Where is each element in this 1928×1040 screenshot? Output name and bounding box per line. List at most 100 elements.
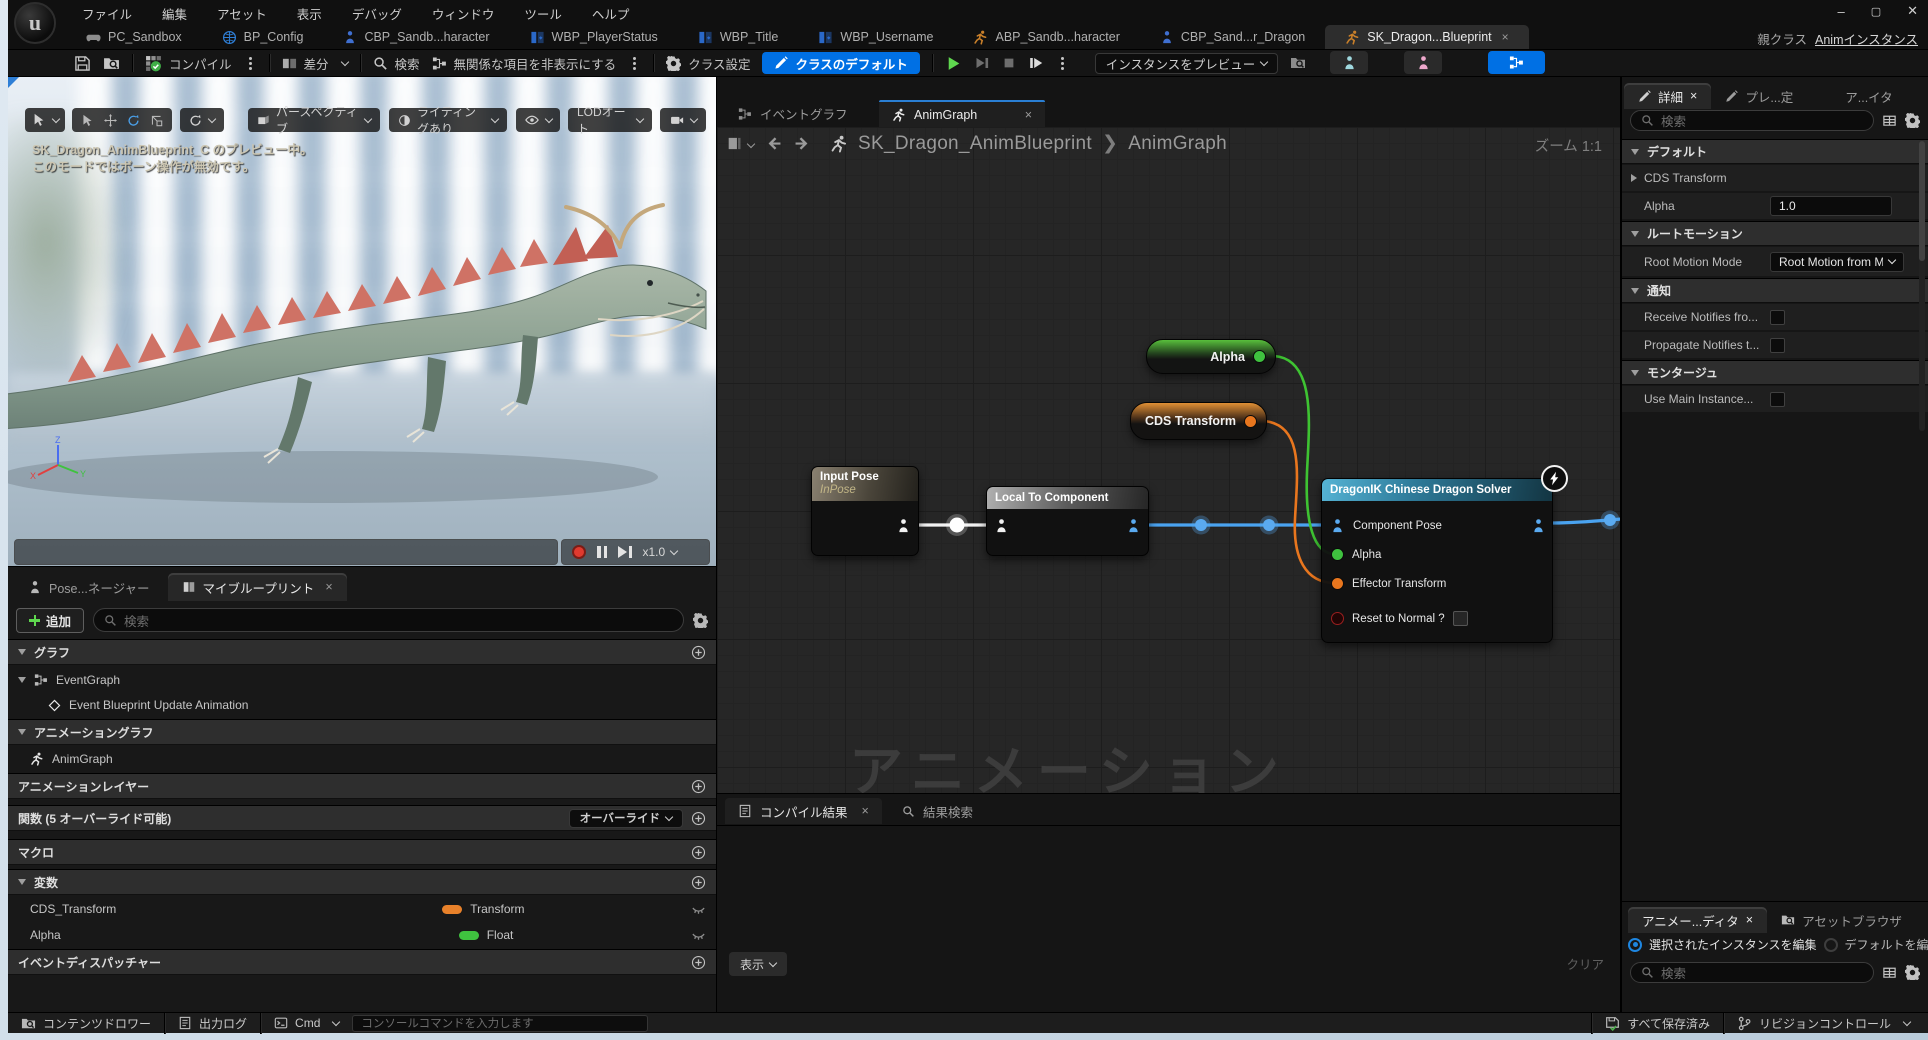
section-animation-layers[interactable]: アニメーションレイヤー bbox=[8, 773, 716, 799]
variable-row-alpha[interactable]: Alpha Float bbox=[8, 923, 716, 947]
root-motion-mode-dropdown[interactable]: Root Motion from M bbox=[1770, 252, 1904, 272]
play-button[interactable] bbox=[945, 55, 962, 72]
gear-icon[interactable] bbox=[1905, 113, 1920, 128]
node-input-pose[interactable]: Input Pose InPose bbox=[811, 466, 919, 556]
edit-selected-instance-radio[interactable] bbox=[1628, 938, 1642, 952]
pause-button[interactable] bbox=[597, 546, 607, 558]
preview-viewport[interactable]: パースペクティブ ライティングあり LODオート SK_Dragon_AnimB… bbox=[8, 77, 716, 566]
show-filter-dropdown[interactable]: 表示 bbox=[729, 952, 787, 976]
hide-unrelated-options-icon[interactable] bbox=[633, 62, 636, 65]
asset-tab-abp-character[interactable]: ABP_Sandb...haracter bbox=[953, 25, 1139, 49]
preview-instance-dropdown[interactable]: インスタンスをプレビュー bbox=[1095, 53, 1279, 74]
row-cds-transform[interactable]: CDS Transform bbox=[1622, 165, 1928, 192]
select-tool-icon[interactable] bbox=[81, 114, 94, 127]
cmd-dropdown[interactable]: Cmd bbox=[261, 1013, 352, 1034]
tab-details[interactable]: 詳細× bbox=[1624, 83, 1711, 109]
details-search-input[interactable]: 検索 bbox=[1630, 110, 1874, 131]
view-mode-dropdown[interactable]: ライティングあり bbox=[389, 108, 507, 132]
dock-icon[interactable] bbox=[727, 136, 742, 151]
animgraph-canvas[interactable]: アニメーション ズーム 1:1 SK_Dragon_AnimBlueprint … bbox=[716, 127, 1620, 793]
tab-my-blueprint[interactable]: マイブループリント× bbox=[168, 573, 347, 601]
tab-asset-editor[interactable]: ア...イタ bbox=[1831, 83, 1906, 109]
gear-icon[interactable] bbox=[1905, 965, 1920, 980]
add-macro-icon[interactable] bbox=[691, 845, 706, 860]
effector-transform-input-pin[interactable] bbox=[1331, 577, 1344, 590]
asset-tab-sk-dragon-blueprint[interactable]: SK_Dragon...Blueprint× bbox=[1325, 25, 1528, 49]
override-dropdown[interactable]: オーバーライド bbox=[569, 809, 683, 828]
tab-asset-browser[interactable]: アセットブラウザ bbox=[1767, 907, 1916, 933]
menu-view[interactable]: 表示 bbox=[297, 4, 322, 23]
transform-output-pin[interactable] bbox=[1244, 415, 1257, 428]
row-propagate-notifies[interactable]: Propagate Notifies t... bbox=[1622, 332, 1928, 359]
section-functions[interactable]: 関数 (5 オーバーライド可能) オーバーライド bbox=[8, 805, 716, 831]
eye-closed-icon[interactable] bbox=[691, 902, 706, 917]
class-settings-button[interactable]: クラス設定 bbox=[666, 54, 750, 73]
tab-pose-watch-manager[interactable]: Pose...ネージャー bbox=[14, 573, 164, 601]
row-eventgraph[interactable]: EventGraph bbox=[8, 668, 716, 692]
clear-button[interactable]: クリア bbox=[1566, 954, 1604, 973]
asset-tab-cbp-character[interactable]: CBP_Sandb...haracter bbox=[323, 25, 509, 49]
parent-class-link[interactable]: Animインスタンス bbox=[1815, 29, 1918, 48]
minimize-button[interactable]: – bbox=[1837, 4, 1844, 19]
close-tab-icon[interactable]: × bbox=[1502, 30, 1509, 44]
diff-button[interactable]: 差分 bbox=[282, 54, 348, 73]
section-graphs[interactable]: グラフ bbox=[8, 639, 716, 665]
class-defaults-button[interactable]: クラスのデフォルト bbox=[762, 52, 919, 74]
eye-closed-icon[interactable] bbox=[691, 928, 706, 943]
tab-anim-graph[interactable]: AnimGraph× bbox=[879, 100, 1045, 127]
console-command-input[interactable]: コンソールコマンドを入力します bbox=[352, 1015, 648, 1032]
step-over-button[interactable] bbox=[974, 55, 990, 71]
add-new-button[interactable]: 追加 bbox=[16, 608, 84, 633]
browse-asset-button[interactable] bbox=[103, 55, 120, 72]
alpha-value-input[interactable]: 1.0 bbox=[1770, 196, 1892, 216]
my-blueprint-search-input[interactable]: 検索 bbox=[93, 608, 684, 632]
close-tab-icon[interactable]: × bbox=[1746, 913, 1753, 927]
row-receive-notifies[interactable]: Receive Notifies fro... bbox=[1622, 304, 1928, 331]
menu-tools[interactable]: ツール bbox=[524, 4, 562, 23]
menu-edit[interactable]: 編集 bbox=[162, 4, 187, 23]
menu-window[interactable]: ウィンドウ bbox=[432, 4, 495, 23]
menu-asset[interactable]: アセット bbox=[217, 4, 267, 23]
component-pose-input-pin[interactable] bbox=[1330, 518, 1345, 533]
tab-compile-results[interactable]: コンパイル結果× bbox=[725, 798, 882, 824]
close-tab-icon[interactable]: × bbox=[1025, 108, 1032, 122]
close-button[interactable]: ✕ bbox=[1907, 3, 1918, 19]
asset-tab-bp-config[interactable]: BP_Config bbox=[202, 25, 324, 49]
revision-control-button[interactable]: リビジョンコントロール bbox=[1724, 1013, 1928, 1034]
row-use-main-instance[interactable]: Use Main Instance... bbox=[1622, 386, 1928, 413]
use-main-instance-checkbox[interactable] bbox=[1770, 392, 1785, 407]
details-scrollbar[interactable] bbox=[1919, 141, 1925, 431]
step-forward-button[interactable] bbox=[618, 546, 632, 558]
section-variables[interactable]: 変数 bbox=[8, 869, 716, 895]
alpha-input-pin[interactable] bbox=[1331, 548, 1344, 561]
scale-tool-icon[interactable] bbox=[150, 114, 163, 127]
node-alpha-getter[interactable]: Alpha bbox=[1146, 339, 1276, 374]
stop-button[interactable] bbox=[1002, 56, 1016, 70]
save-status-button[interactable]: すべて保存済み bbox=[1592, 1013, 1723, 1034]
section-default[interactable]: デフォルト bbox=[1622, 139, 1928, 164]
maximize-button[interactable]: ▢ bbox=[1871, 5, 1881, 18]
asset-tab-pc-sandbox[interactable]: PC_Sandbox bbox=[66, 25, 202, 49]
close-tab-icon[interactable]: × bbox=[325, 580, 332, 594]
add-graph-icon[interactable] bbox=[691, 645, 706, 660]
save-button[interactable] bbox=[74, 55, 91, 72]
output-log-button[interactable]: 出力ログ bbox=[165, 1013, 260, 1034]
reset-to-normal-checkbox[interactable] bbox=[1453, 611, 1468, 626]
play-options-icon[interactable] bbox=[1061, 62, 1064, 65]
record-button[interactable] bbox=[572, 545, 586, 559]
menu-help[interactable]: ヘルプ bbox=[592, 4, 630, 23]
asset-tab-wbp-title[interactable]: WBP_Title bbox=[678, 25, 799, 49]
pose-output-pin[interactable] bbox=[896, 518, 911, 533]
row-root-motion-mode[interactable]: Root Motion ModeRoot Motion from M bbox=[1622, 247, 1928, 277]
nav-back-icon[interactable] bbox=[766, 135, 783, 152]
tab-find-results[interactable]: 結果検索 bbox=[889, 798, 986, 824]
row-animgraph[interactable]: AnimGraph bbox=[8, 747, 716, 771]
add-variable-icon[interactable] bbox=[691, 875, 706, 890]
node-cds-transform-getter[interactable]: CDS Transform bbox=[1130, 402, 1267, 440]
hide-unrelated-button[interactable]: 無関係な項目を非表示にする bbox=[432, 54, 617, 73]
tab-event-graph[interactable]: イベントグラフ bbox=[725, 100, 861, 127]
row-event-update-animation[interactable]: Event Blueprint Update Animation bbox=[8, 693, 716, 717]
playback-speed-dropdown[interactable]: x1.0 bbox=[643, 545, 678, 559]
row-alpha[interactable]: Alpha1.0 bbox=[1622, 193, 1928, 220]
component-pose-output-pin[interactable] bbox=[1126, 518, 1141, 533]
